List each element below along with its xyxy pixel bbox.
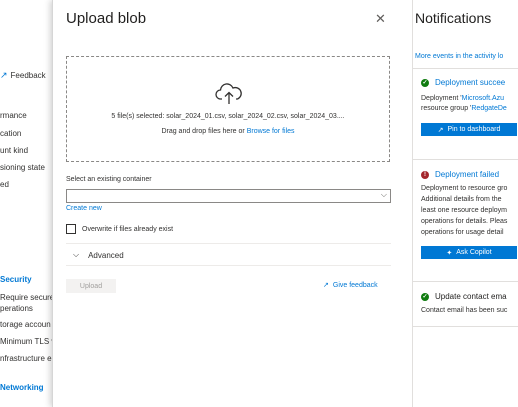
menu-item[interactable]: ed (0, 180, 9, 189)
or-text: or (238, 128, 245, 135)
close-icon[interactable]: ✕ (375, 11, 386, 27)
divider (66, 265, 391, 266)
upload-button[interactable]: Upload (66, 279, 116, 293)
give-feedback-label: Give feedback (332, 282, 378, 289)
pin-to-dashboard-button[interactable]: ↗ Pin to dashboard (421, 123, 517, 136)
security-section-title: Security (0, 275, 32, 284)
notification-line: Contact email has been suc (421, 307, 508, 314)
notification-line: Deployment to resource gro (421, 185, 508, 192)
notification-title-text: Deployment succee (435, 78, 506, 87)
menu-item[interactable]: sioning state (0, 163, 45, 172)
background-page: ↗ Feedback rmance cation unt kind sioning… (0, 0, 52, 407)
button-label: Pin to dashboard (447, 126, 501, 133)
menu-item[interactable]: cation (0, 129, 21, 138)
divider (413, 68, 518, 69)
security-item[interactable]: Require secure t (0, 293, 52, 302)
security-item[interactable]: torage accoun (0, 320, 51, 329)
pin-icon: ↗ (437, 126, 444, 134)
container-label: Select an existing container (66, 176, 152, 183)
notification-title-text: Deployment failed (435, 170, 500, 179)
advanced-label: Advanced (88, 250, 124, 260)
divider (413, 326, 518, 327)
file-dropzone[interactable]: 5 file(s) selected: solar_2024_01.csv, s… (66, 56, 390, 162)
line-prefix: Deployment ' (421, 95, 462, 102)
copilot-icon: ✦ (446, 249, 453, 257)
notification-line: operations for details. Pleas (421, 218, 508, 225)
feedback-icon: ↗ (323, 282, 329, 289)
chevron-down-icon: ⌵ (73, 250, 80, 259)
security-item[interactable]: Minimum TLS v (0, 337, 52, 346)
files-selected-text: 5 file(s) selected: solar_2024_01.csv, s… (111, 113, 345, 120)
create-new-link[interactable]: Create new (66, 205, 102, 212)
notification-line: operations for usage detail (421, 229, 504, 236)
upload-blob-panel: Upload blob ✕ 5 file(s) selected: solar_… (52, 0, 402, 407)
panel-title: Upload blob (66, 10, 147, 27)
success-icon: ✓ (421, 78, 429, 87)
security-item: perations (0, 304, 33, 313)
more-events-link[interactable]: More events in the activity lo (415, 53, 503, 60)
button-label: Ask Copilot (456, 249, 492, 256)
feedback-icon: ↗ (0, 70, 8, 80)
notification-line: least one resource deploym (421, 207, 507, 214)
divider (413, 159, 518, 160)
overwrite-checkbox[interactable] (66, 224, 76, 234)
notification-title[interactable]: ✓ Deployment succee (421, 78, 505, 87)
security-item[interactable]: nfrastructure e (0, 354, 52, 363)
success-icon: ✓ (421, 292, 429, 301)
deployment-link[interactable]: Microsoft.Azu (462, 95, 504, 102)
error-icon: ! (421, 170, 429, 179)
resource-group-link[interactable]: RedgateDe (471, 105, 506, 112)
notification-line: Additional details from the (421, 196, 502, 203)
panel-gap (402, 0, 412, 407)
browse-files-link[interactable]: Browse for files (247, 128, 295, 135)
feedback-label: Feedback (10, 71, 46, 80)
container-select[interactable]: ⌵ (66, 189, 391, 203)
chevron-down-icon: ⌵ (380, 190, 387, 199)
menu-item[interactable]: rmance (0, 111, 27, 120)
divider (413, 281, 518, 282)
notification-title-text: Update contact ema (435, 292, 507, 301)
notification-line: resource group 'RedgateDe (421, 105, 507, 112)
notification-title[interactable]: ! Deployment failed (421, 170, 499, 179)
line-prefix: resource group ' (421, 105, 472, 112)
divider (66, 243, 391, 244)
notification-line: Deployment 'Microsoft.Azu (421, 95, 504, 102)
menu-item[interactable]: unt kind (0, 146, 28, 155)
cloud-upload-icon (215, 83, 242, 104)
ask-copilot-button[interactable]: ✦ Ask Copilot (421, 246, 517, 259)
feedback-link[interactable]: ↗ Feedback (0, 70, 46, 81)
notification-title[interactable]: ✓ Update contact ema (421, 292, 507, 301)
advanced-toggle[interactable]: ⌵ Advanced (73, 250, 124, 260)
notifications-title: Notifications (415, 10, 492, 26)
drag-drop-text: Drag and drop files here or Browse for f… (67, 128, 389, 135)
networking-section-title: Networking (0, 383, 44, 392)
give-feedback-link[interactable]: ↗ Give feedback (323, 281, 378, 289)
overwrite-label: Overwrite if files already exist (82, 225, 174, 233)
notifications-panel: Notifications More events in the activit… (412, 0, 518, 407)
drag-text: Drag and drop files here (161, 128, 237, 135)
overwrite-checkbox-row[interactable]: Overwrite if files already exist (66, 224, 173, 234)
